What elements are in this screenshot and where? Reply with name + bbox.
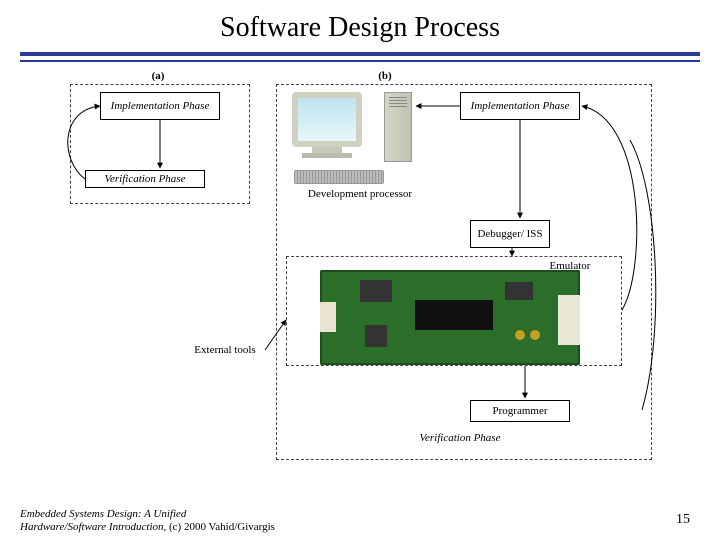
label-a: (a): [148, 70, 168, 82]
label-dev-processor: Development processor: [300, 188, 420, 200]
slide-title: Software Design Process: [0, 0, 720, 52]
footer-citation: Embedded Systems Design: A Unified Hardw…: [20, 508, 275, 534]
label-b-verification: Verification Phase: [410, 432, 510, 444]
computer-icon: [292, 92, 362, 158]
page-number: 15: [676, 512, 690, 528]
footer-line1: Embedded Systems Design: A Unified: [20, 508, 186, 520]
label-b: (b): [375, 70, 395, 82]
title-divider: [20, 52, 700, 62]
box-a-impl: Implementation Phase: [100, 92, 220, 120]
box-debugger: Debugger/ ISS: [470, 220, 550, 248]
diagram-area: (a) (b) Implementation Phase Verificatio…: [30, 70, 690, 470]
label-external-tools: External tools: [185, 344, 265, 356]
box-programmer: Programmer: [470, 400, 570, 422]
footer-line2: Hardware/Software Introduction,: [20, 521, 166, 533]
box-b-impl: Implementation Phase: [460, 92, 580, 120]
box-a-verif: Verification Phase: [85, 170, 205, 188]
board-image: [320, 270, 580, 365]
footer-copyright: (c) 2000 Vahid/Givargis: [166, 521, 275, 533]
